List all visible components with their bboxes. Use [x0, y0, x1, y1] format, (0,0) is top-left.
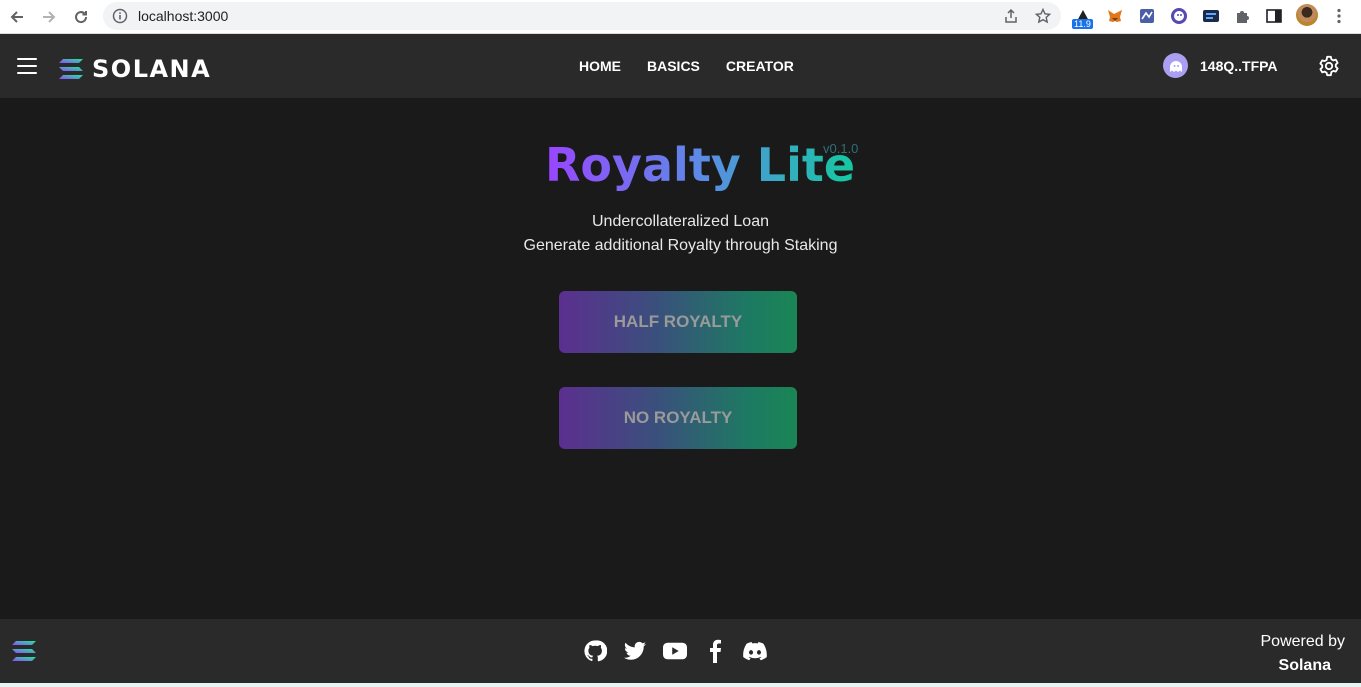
extension-wave-icon[interactable] [1136, 5, 1158, 27]
app-header: SOLANA HOME BASICS CREATOR 148Q..TFPA [0, 34, 1361, 98]
reload-icon[interactable] [69, 5, 93, 29]
phantom-extension-icon[interactable] [1168, 5, 1190, 27]
youtube-icon[interactable] [663, 639, 687, 663]
github-icon[interactable] [583, 639, 607, 663]
app-footer: Powered by Solana [0, 619, 1361, 683]
half-royalty-button[interactable]: HALF ROYALTY [559, 291, 797, 353]
main-nav: HOME BASICS CREATOR [579, 58, 794, 74]
main-content: Royalty Lite v0.1.0 Undercollateralized … [0, 98, 1361, 619]
nav-home-link[interactable]: HOME [579, 58, 621, 74]
browser-toolbar: localhost:3000 11.9 [0, 0, 1361, 34]
nav-creator-link[interactable]: CREATOR [726, 58, 794, 74]
phantom-wallet-icon [1163, 53, 1188, 78]
powered-by-brand[interactable]: Solana [1261, 654, 1331, 678]
powered-by: Powered by Solana [1261, 630, 1346, 678]
extensions-puzzle-icon[interactable] [1232, 5, 1254, 27]
forward-arrow-icon[interactable] [37, 5, 61, 29]
discord-icon[interactable] [743, 639, 767, 663]
share-icon[interactable] [1001, 6, 1021, 26]
metamask-fox-icon[interactable] [1104, 5, 1126, 27]
nav-basics-link[interactable]: BASICS [647, 58, 700, 74]
settings-gear-icon[interactable] [1318, 55, 1340, 77]
browser-menu-kebab-icon[interactable] [1328, 5, 1350, 27]
solana-logo-mark-icon [59, 59, 83, 79]
wallet-address: 148Q..TFPA [1200, 57, 1278, 74]
solana-logo[interactable]: SOLANA [58, 55, 211, 83]
profile-avatar[interactable] [1296, 4, 1318, 26]
powered-by-label: Powered by [1260, 633, 1346, 650]
social-links [583, 639, 767, 663]
footer-solana-logo-icon[interactable] [11, 640, 37, 667]
bookmark-star-icon[interactable] [1033, 6, 1053, 26]
subtitle-line-2: Generate additional Royalty through Stak… [523, 237, 838, 254]
hamburger-menu-icon[interactable] [17, 58, 37, 74]
side-panel-icon[interactable] [1263, 5, 1285, 27]
brand-wordmark: SOLANA [92, 55, 212, 83]
version-label: v0.1.0 [823, 141, 859, 156]
bottom-edge [0, 683, 1361, 687]
subtitle-line-1: Undercollateralized Loan [592, 213, 769, 230]
address-bar[interactable]: localhost:3000 [103, 2, 1061, 30]
facebook-icon[interactable] [703, 639, 727, 663]
extension-wallet-icon[interactable] [1200, 5, 1222, 27]
extension-badge: 11.9 [1072, 19, 1093, 29]
url-text[interactable]: localhost:3000 [138, 8, 228, 24]
wallet-button[interactable]: 148Q..TFPA [1163, 53, 1278, 78]
twitter-icon[interactable] [623, 639, 647, 663]
back-arrow-icon[interactable] [5, 5, 29, 29]
site-info-icon[interactable] [112, 8, 128, 24]
no-royalty-button[interactable]: NO ROYALTY [559, 387, 797, 449]
page-title: Royalty Lite [545, 138, 856, 192]
